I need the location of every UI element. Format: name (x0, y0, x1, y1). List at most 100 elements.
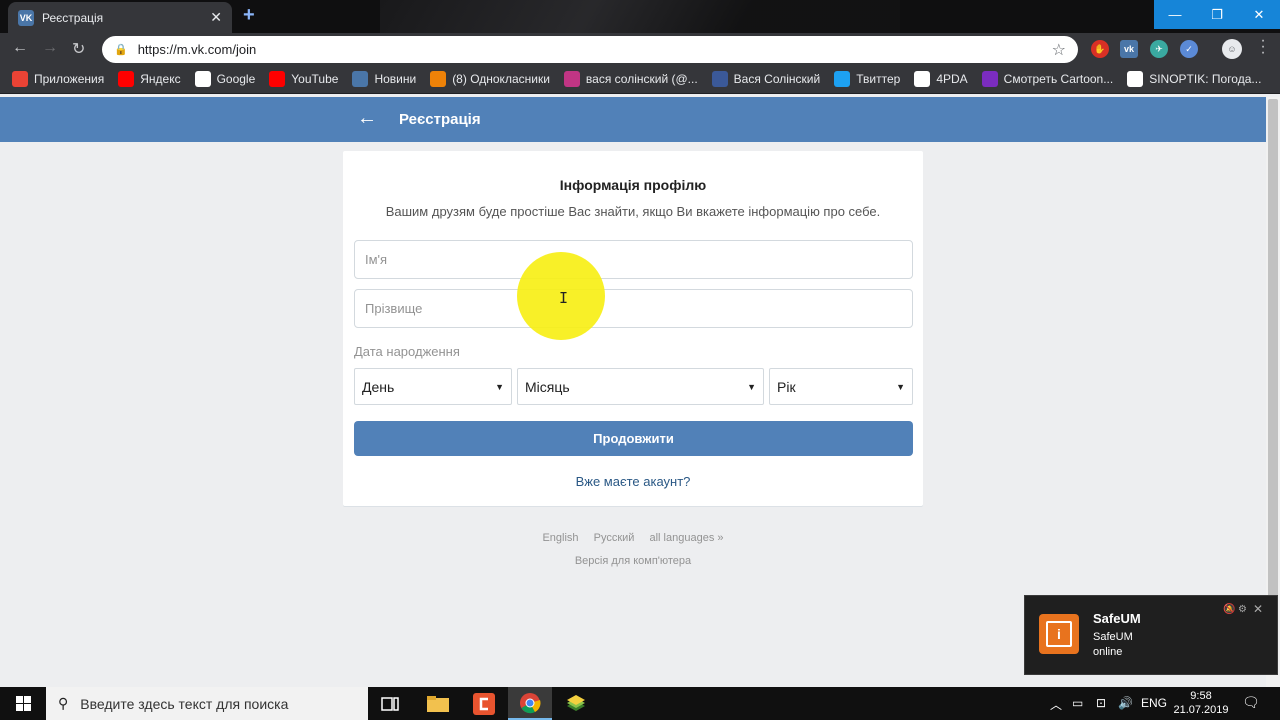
restore-button[interactable]: ❐ (1196, 0, 1238, 29)
day-select-value: День (362, 378, 395, 395)
bookmark-item[interactable]: YouTube (269, 71, 338, 87)
bookmark-item[interactable]: Твиттер (834, 71, 900, 87)
reload-icon[interactable]: ↻ (72, 39, 85, 59)
bookmark-label: вася солінский (@... (585, 72, 698, 86)
show-hidden-icons-icon[interactable]: ︿ (1050, 696, 1062, 713)
task-view-icon[interactable] (368, 687, 412, 720)
dropdown-arrow-icon: ▼ (495, 381, 504, 392)
lock-icon: 🔒 (114, 44, 128, 56)
bookmark-item[interactable]: вася солінский (@... (563, 71, 698, 87)
start-button[interactable] (0, 687, 46, 720)
bookmark-label: SINOPTIK: Погода... (1149, 72, 1262, 86)
bookmark-label: Смотреть Cartoon... (1003, 72, 1114, 86)
profile-info-subtitle: Вашим друзям буде простіше Вас знайти, я… (385, 204, 881, 219)
safeum-notification[interactable]: i SafeUM SafeUM online 🔕 ⚙ ✕ (1024, 595, 1278, 675)
extension-icon[interactable]: ✈ (1150, 40, 1168, 58)
bookmark-label: Google (216, 72, 256, 86)
device-icon[interactable]: ▭ (1072, 696, 1083, 710)
bookmark-item[interactable]: SINOPTIK: Погода... (1127, 71, 1261, 87)
windows-logo-icon (15, 696, 31, 711)
bookmark-label: YouTube (291, 72, 339, 86)
scrollbar-thumb[interactable] (1268, 99, 1278, 675)
bookmark-item[interactable]: Новини (352, 71, 416, 87)
instagram-icon (563, 71, 580, 87)
yandex-icon (118, 71, 135, 87)
bookmark-item[interactable]: (8) Однокласники (430, 71, 550, 87)
facebook-icon (711, 71, 728, 87)
twitter-icon (834, 71, 851, 87)
last-name-input[interactable] (354, 289, 913, 328)
new-tab-icon[interactable]: + (243, 4, 255, 27)
bookmark-item[interactable]: Яндекс (118, 71, 181, 87)
google-icon (194, 71, 211, 87)
more-menu-icon[interactable]: · · · (1258, 33, 1268, 61)
month-select[interactable]: Місяць ▼ (517, 368, 764, 405)
cartoon-icon (981, 71, 998, 87)
bookmark-item[interactable]: Смотреть Cartoon... (981, 71, 1114, 87)
action-center-icon[interactable]: 🗨 (1242, 694, 1260, 711)
bookmark-label: Вася Солінский (733, 72, 821, 86)
first-name-input[interactable] (354, 240, 913, 279)
language-links: English Русский all languages » (343, 532, 923, 544)
extension-icon[interactable]: ✋ (1091, 40, 1109, 58)
back-arrow-icon[interactable]: ← (12, 39, 28, 57)
bookmark-item[interactable]: Google (194, 71, 256, 87)
news-icon (352, 71, 369, 87)
bookmark-star-icon[interactable]: ☆ (1052, 40, 1066, 60)
language-link-english[interactable]: English (542, 532, 578, 544)
vk-extension-icon[interactable]: vk (1120, 40, 1138, 58)
safeum-logo-icon: i (1039, 614, 1079, 654)
bookmark-label: Яндекс (140, 72, 181, 86)
chrome-icon[interactable] (508, 687, 552, 720)
sinoptik-icon (1127, 71, 1144, 87)
settings-gear-icon[interactable]: ⚙ (1238, 604, 1247, 615)
taskbar-search[interactable]: ⚲ Введите здесь текст для поиска (46, 687, 368, 720)
taskbar-clock[interactable]: 9:58 21.07.2019 (1170, 689, 1232, 717)
month-select-value: Місяць (525, 378, 570, 395)
volume-icon[interactable]: 🔊 (1118, 696, 1133, 710)
year-select[interactable]: Рік ▼ (769, 368, 913, 405)
close-notification-icon[interactable]: ✕ (1253, 602, 1263, 616)
bluestacks-icon[interactable] (554, 687, 598, 720)
bookmark-label: Приложения (34, 72, 105, 86)
camtasia-icon[interactable] (462, 687, 506, 720)
language-indicator[interactable]: ENG (1141, 696, 1167, 710)
dropdown-arrow-icon: ▼ (747, 381, 756, 392)
mute-bell-icon[interactable]: 🔕 (1223, 604, 1235, 615)
search-icon: ⚲ (58, 695, 69, 711)
notification-line2: online (1093, 646, 1123, 658)
day-select[interactable]: День ▼ (354, 368, 512, 405)
bookmark-label: Твиттер (856, 72, 901, 86)
continue-button[interactable]: Продовжити (354, 421, 913, 456)
bookmarks-bar: Приложения Яндекс Google YouTube Новини (8) О… (0, 65, 1280, 94)
notification-line1: SafeUM (1093, 631, 1133, 643)
close-tab-icon[interactable]: ✕ (210, 9, 222, 26)
have-account-link[interactable]: Вже маєте акаунт? (343, 474, 923, 489)
desktop-version-link[interactable]: Версія для комп'ютера (343, 555, 923, 567)
bookmark-item[interactable]: 4PDA (914, 71, 968, 87)
bookmark-item[interactable]: Вася Солінский (711, 71, 821, 87)
address-bar[interactable]: 🔒 https://m.vk.com/join ☆ (102, 36, 1078, 63)
network-icon[interactable]: ⊡ (1096, 696, 1106, 710)
close-window-button[interactable]: ✕ (1238, 0, 1280, 29)
minimize-button[interactable]: — (1154, 0, 1196, 29)
browser-tab[interactable]: VK Реєстрація ✕ (8, 2, 232, 33)
youtube-icon (269, 71, 286, 87)
file-explorer-icon[interactable] (416, 687, 460, 720)
taskbar-search-placeholder: Введите здесь текст для поиска (80, 695, 289, 712)
tab-strip: VK Реєстрація ✕ + — ❐ ✕ (0, 0, 1280, 33)
registration-card: Інформація профілю Вашим друзям буде про… (343, 151, 923, 506)
url-text[interactable]: https://m.vk.com/join (138, 42, 1052, 57)
apps-grid-icon (12, 71, 28, 87)
profile-info-heading: Інформація профілю (559, 177, 707, 193)
bookmark-item[interactable]: Приложения (12, 71, 104, 87)
back-icon[interactable]: ← (357, 107, 377, 130)
extension-icon[interactable]: ✓ (1180, 40, 1198, 58)
language-link-russian[interactable]: Русский (594, 532, 635, 544)
forward-arrow-icon[interactable]: → (42, 39, 58, 57)
odnoklassniki-icon (430, 71, 447, 87)
profile-avatar-icon[interactable]: ☺ (1222, 39, 1242, 59)
bookmark-label: Новини (374, 72, 417, 86)
notification-title: SafeUM (1093, 611, 1141, 626)
all-languages-link[interactable]: all languages » (650, 532, 724, 544)
